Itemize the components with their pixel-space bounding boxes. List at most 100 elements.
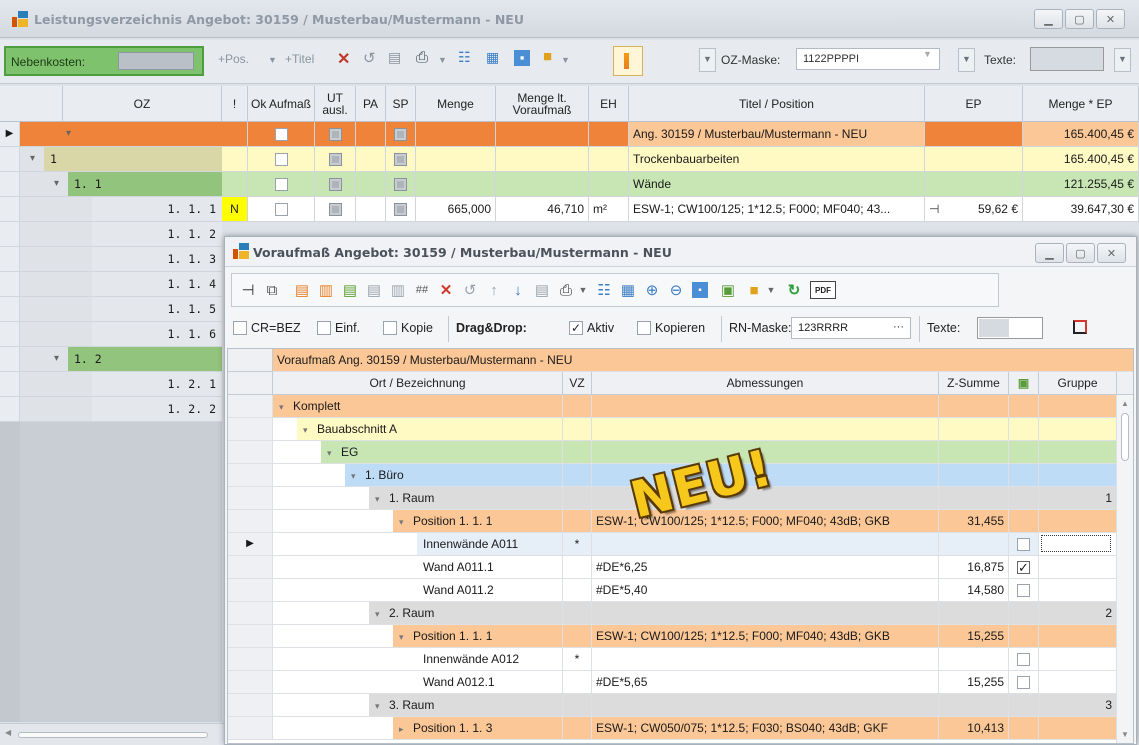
delete-icon[interactable]: ✕ [436,280,456,300]
add-title-button[interactable]: +Titel [285,52,314,66]
sp-checkbox[interactable] [394,153,407,167]
save-icon[interactable]: ▤ [388,49,401,66]
row-selector[interactable] [0,272,20,297]
voraufmass-row[interactable]: ▾ Komplett [228,395,1133,418]
print-dropdown-icon[interactable]: ▼ [438,55,447,65]
row-selector[interactable] [0,372,20,397]
voraufmass-row[interactable]: ▾ 1. Büro [228,464,1133,487]
row-selector[interactable] [228,671,273,694]
cell-ok[interactable] [248,122,315,147]
row-selector[interactable] [0,347,20,372]
insert-child-orange-icon[interactable]: ▥ [316,280,336,300]
row-selector[interactable] [228,464,273,487]
row-selector[interactable] [228,395,273,418]
voraufmass-row[interactable]: ▶ Innenwände A011 * [228,533,1133,556]
print-dropdown-icon[interactable]: ▼ [573,280,593,300]
expand-chevron-icon[interactable]: ▾ [375,488,387,510]
voraufmass-row[interactable]: ▾ 1. Raum 1 [228,487,1133,510]
einf-option[interactable]: Einf. [317,321,360,335]
lv-row[interactable]: ▾ 1 Trockenbauarbeiten 165.400,45 € [0,147,1139,172]
undo-icon[interactable]: ↺ [460,280,480,300]
voraufmass-row[interactable]: Innenwände A012 * [228,648,1133,671]
col-abmessungen[interactable]: Abmessungen [592,372,939,395]
voraufmass-row[interactable]: ▾ Bauabschnitt A [228,418,1133,441]
aktiv-option[interactable]: ✓ Aktiv [569,321,614,335]
expand-chevron-icon[interactable]: ▾ [66,122,78,146]
scroll-down-icon[interactable]: ▼ [1121,730,1129,739]
kopie-checkbox[interactable] [383,321,397,335]
sp-checkbox[interactable] [394,203,407,217]
expand-chevron-icon[interactable]: ▾ [399,511,411,533]
cell-ut[interactable] [315,147,356,172]
horizontal-scrollbar[interactable]: ◀ [0,723,224,745]
row-selector[interactable] [228,510,273,533]
expand-chevron-icon[interactable]: ▾ [30,147,42,171]
row-selector[interactable] [228,418,273,441]
col-z-summe[interactable]: Z-Summe [939,372,1009,395]
zoom-out-icon[interactable]: ⊖ [666,280,686,300]
image-cell[interactable] [1009,648,1039,671]
col-menge-voraufmass[interactable]: Menge lt. Voraufmaß [496,86,589,122]
col-ut-ausl[interactable]: UT ausl. [315,86,356,122]
cell-ok[interactable] [248,197,315,222]
expand-chevron-icon[interactable]: ▾ [303,419,315,441]
image-checkbox[interactable] [1017,653,1030,667]
insert-row-orange-icon[interactable]: ▤ [292,280,312,300]
zoom-in-icon[interactable]: ⊕ [642,280,662,300]
voraufmass-row[interactable]: ▾ 3. Raum 3 [228,694,1133,717]
image-checkbox[interactable] [1017,584,1030,598]
cr-bez-option[interactable]: CR=BEZ [233,321,301,335]
ok-checkbox[interactable] [274,203,288,217]
row-selector[interactable] [228,602,273,625]
image-cell[interactable] [1009,671,1039,694]
undo-icon[interactable]: ↺ [363,49,376,67]
image-checkbox[interactable] [1017,538,1030,552]
expand-chevron-icon[interactable]: ▾ [375,695,387,717]
minimize-button[interactable]: ▁ [1034,9,1063,29]
oz-mask-dropdown-icon[interactable]: ▼ [923,49,932,59]
table-icon[interactable]: ▦ [486,49,499,66]
insert-child-gray-icon[interactable]: ▥ [388,280,408,300]
cr-bez-checkbox[interactable] [233,321,247,335]
ut-checkbox[interactable] [328,203,342,217]
chevron-down-icon[interactable]: ▼ [268,55,277,65]
cell-sp[interactable] [386,172,416,197]
add-position-button[interactable]: +Pos. [218,52,249,66]
report-icon[interactable]: ☷ [458,49,471,66]
row-selector[interactable] [0,222,20,247]
row-selector[interactable] [228,694,273,717]
save-icon[interactable]: ▤ [532,280,552,300]
cell-sp[interactable] [386,147,416,172]
col-oz[interactable]: OZ [63,86,222,122]
box-icon[interactable]: ■ [543,48,552,65]
toolbar-dropdown[interactable]: ▼ [699,48,716,72]
col-pa[interactable]: PA [356,86,386,122]
col-image-icon[interactable]: ▣ [1009,372,1039,395]
kopieren-checkbox[interactable] [637,321,651,335]
col-menge-ep[interactable]: Menge * EP [1023,86,1139,122]
vertical-scroll-thumb[interactable] [1121,413,1129,461]
scroll-left-icon[interactable]: ◀ [5,728,11,737]
row-selector[interactable] [228,487,273,510]
texte-dropdown[interactable]: ▼ [1114,48,1131,72]
oz-mask-options[interactable]: ▼ [958,48,975,72]
pin-icon[interactable]: ⊣ [238,280,258,300]
close-button[interactable]: ✕ [1097,243,1126,263]
scroll-up-icon[interactable]: ▲ [1121,399,1129,408]
voraufmass-row[interactable]: ▾ 2. Raum 2 [228,602,1133,625]
expand-chevron-icon[interactable]: ▾ [54,172,66,196]
pin-icon[interactable]: ⊣ [929,197,939,221]
sp-checkbox[interactable] [394,128,407,142]
expand-chevron-icon[interactable]: ▾ [327,442,339,464]
calculator-icon[interactable]: ▪ [692,282,708,298]
maximize-button[interactable]: ▢ [1065,9,1094,29]
table-icon[interactable]: ▦ [618,280,638,300]
row-selector[interactable] [0,247,20,272]
col-sp[interactable]: SP [386,86,416,122]
col-eh[interactable]: EH [589,86,629,122]
cell-ok[interactable] [248,147,315,172]
row-selector[interactable] [0,147,20,172]
voraufmass-row[interactable]: ▾ Position 1. 1. 1 ESW-1; CW100/125; 1*12.… [228,625,1133,648]
image-cell[interactable]: ✓ [1009,556,1039,579]
einf-checkbox[interactable] [317,321,331,335]
